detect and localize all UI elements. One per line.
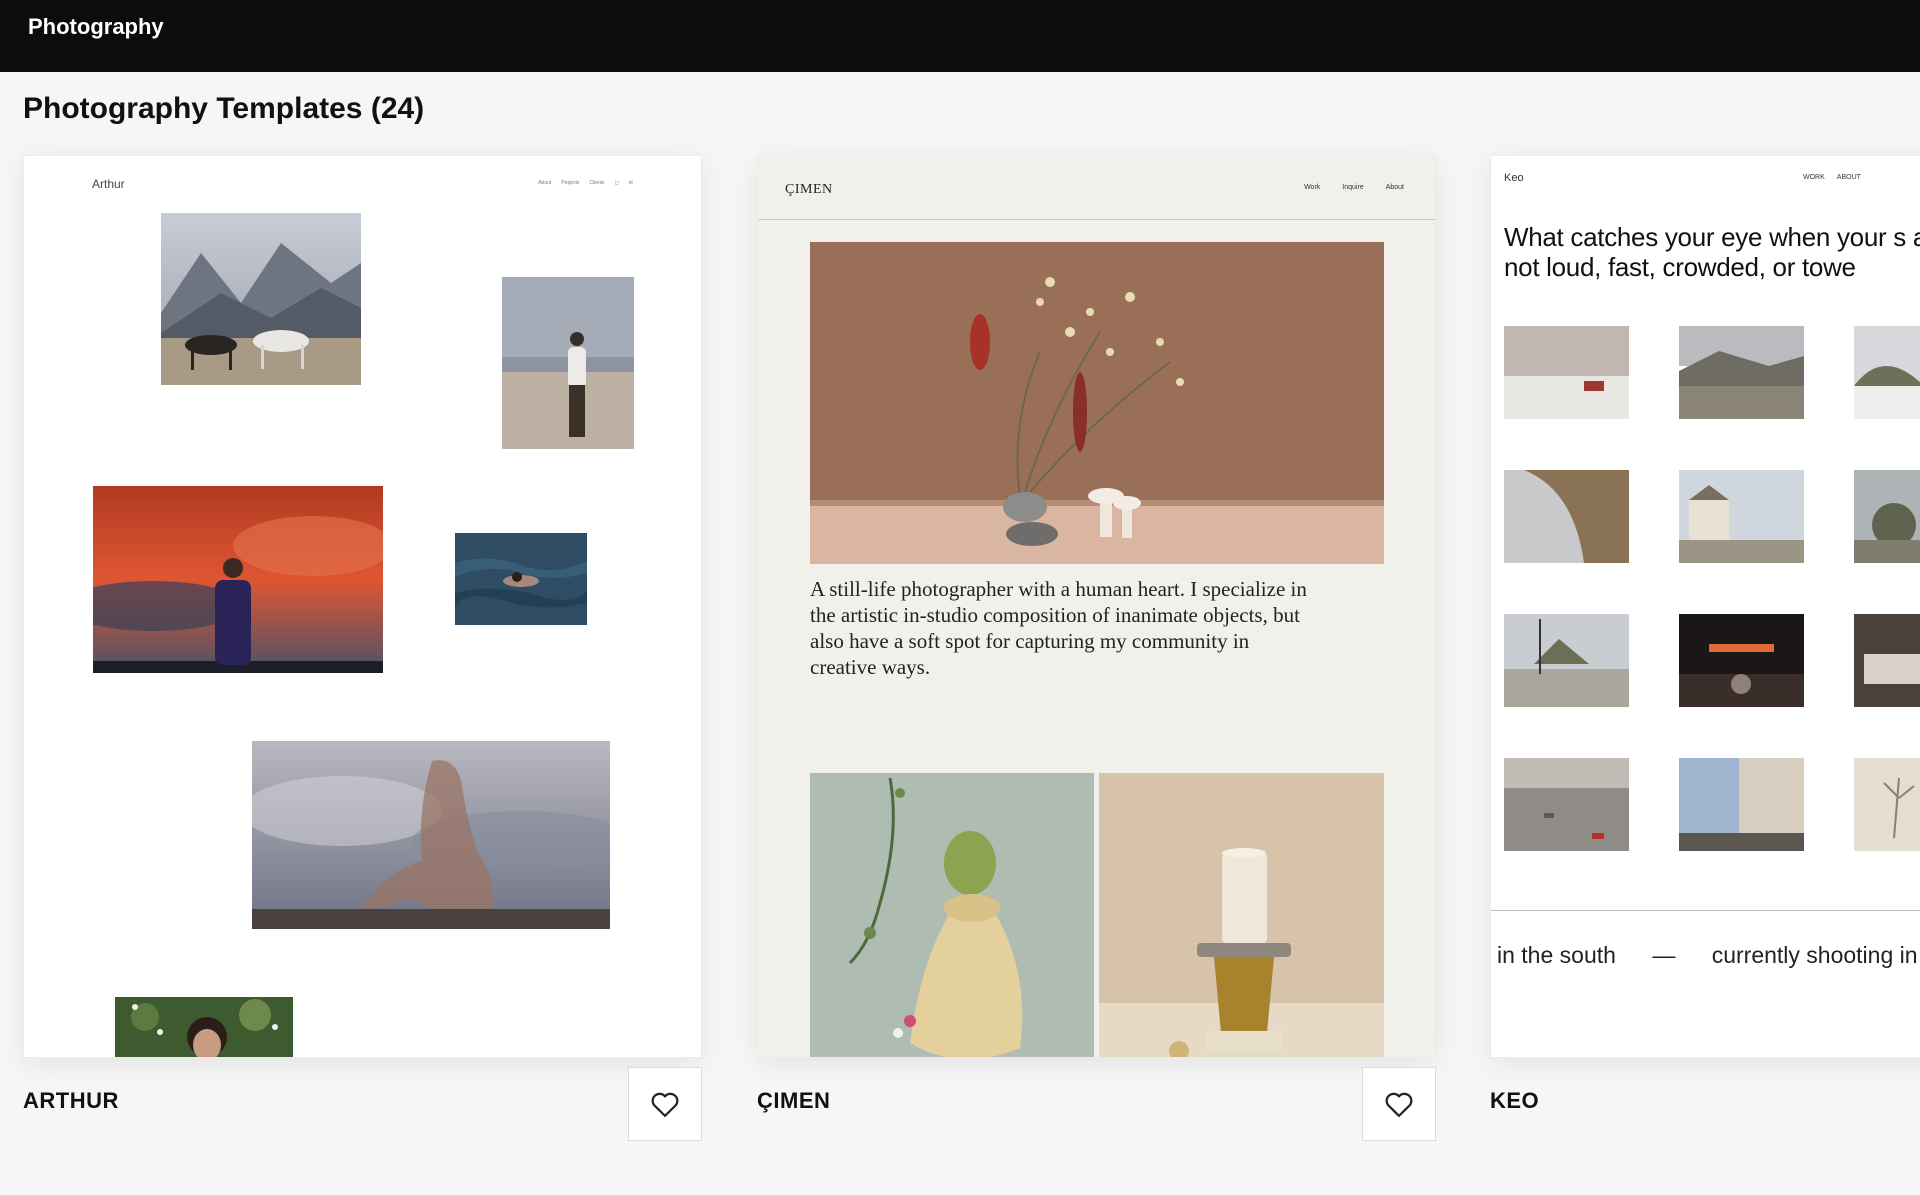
preview-header: ÇIMEN Work Inquire About [758,156,1435,220]
preview-nav-item: Work [1304,184,1321,191]
preview-logo: Keo [1504,172,1524,184]
photo-still-life-hero [810,242,1384,564]
preview-headline: What catches your eye when your s are no… [1504,222,1920,282]
photo-horses [161,213,361,385]
photo-grid-item [1679,326,1804,419]
template-name-keo[interactable]: KEO [1490,1088,1539,1114]
photo-grid-item [1679,470,1804,563]
photo-greenery [115,997,293,1057]
photo-grid-item [1504,614,1629,707]
photo-grid-item [1854,470,1920,563]
photo-grid-item [1679,614,1804,707]
photo-grid-item [1504,326,1629,419]
heart-outline-icon [651,1092,679,1117]
preview-nav-item: Projects [561,180,580,186]
ticker-item: in the south [1497,942,1616,968]
photo-grid-item [1679,758,1804,851]
template-preview-cimen[interactable]: ÇIMEN Work Inquire About A still-life ph… [757,155,1436,1058]
category-title[interactable]: Photography [28,14,164,40]
preview-logo: Arthur [92,177,125,191]
photo-milk-glass [1099,773,1384,1057]
favorite-button-arthur[interactable] [628,1067,702,1141]
photo-red-sky [93,486,383,673]
top-bar: Photography [0,0,1920,72]
preview-nav-item: Inquire [1342,184,1364,191]
template-preview-arthur[interactable]: Arthur About Projects Clients ◻ ✉ [23,155,702,1058]
photo-grid-item [1504,470,1629,563]
template-preview-keo[interactable]: Keo WORK ABOUT What catches your eye whe… [1490,155,1920,1058]
photo-gourd [810,773,1094,1057]
preview-nav-item: About [1385,184,1404,191]
photo-swimmer [455,533,587,625]
preview-nav: Work Inquire About [1304,184,1404,191]
preview-nav-item: Clients [589,180,605,186]
preview-divider [1491,910,1920,911]
preview-intro-text: A still-life photographer with a human h… [810,577,1307,679]
photo-grid-item [1504,758,1629,851]
template-name-arthur[interactable]: ARTHUR [23,1088,119,1114]
preview-nav-item: About [538,180,552,186]
photo-grid-item [1854,326,1920,419]
photo-grid-item [1854,758,1920,851]
photo-beach-woman [502,277,634,449]
preview-nav-item: ABOUT [1836,174,1861,181]
preview-nav: About Projects Clients ◻ ✉ [538,180,633,186]
preview-nav-item: ◻ [614,180,619,186]
photo-grid-item [1854,614,1920,707]
preview-logo: ÇIMEN [785,182,833,197]
ticker-item: currently shooting in [1711,942,1918,968]
favorite-button-cimen[interactable] [1362,1067,1436,1141]
preview-nav-item: ✉ [628,180,633,186]
photo-silhouette [252,741,610,929]
template-name-cimen[interactable]: ÇIMEN [757,1088,830,1114]
preview-nav: WORK ABOUT [1803,174,1861,181]
ticker-item: — [1652,942,1676,968]
page-title: Photography Templates (24) [23,92,425,125]
preview-nav-item: WORK [1803,174,1825,181]
heart-outline-icon [1385,1092,1413,1117]
preview-ticker: in the south — currently shooting in [1497,942,1920,969]
